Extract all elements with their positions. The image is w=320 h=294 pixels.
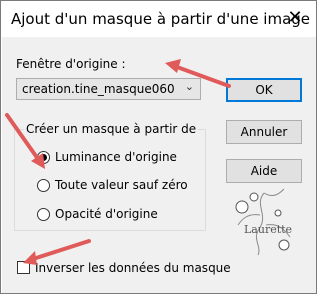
source-window-label: Fenêtre d'origine :	[16, 57, 126, 71]
cancel-button[interactable]: Annuler	[226, 120, 302, 144]
close-icon[interactable]: ✕	[282, 5, 308, 31]
radio-luminance[interactable]	[37, 151, 50, 164]
radio-opacity-label[interactable]: Opacité d'origine	[55, 207, 158, 221]
dialog-window: Ajout d'un masque à partir d'une image ✕…	[0, 0, 317, 294]
source-window-select[interactable]: creation.tine_masque060 ⌄	[16, 78, 201, 100]
watermark: Laurette	[224, 185, 304, 260]
radio-opacity[interactable]	[37, 208, 50, 221]
invert-mask-checkbox[interactable]	[17, 261, 30, 274]
help-button[interactable]: Aide	[226, 159, 302, 183]
invert-mask-label[interactable]: Inverser les données du masque	[35, 261, 231, 275]
radio-nonzero-label[interactable]: Toute valeur sauf zéro	[55, 178, 188, 192]
dialog-title: Ajout d'un masque à partir d'une image	[11, 10, 311, 28]
title-bar: Ajout d'un masque à partir d'une image ✕	[1, 1, 316, 37]
chevron-down-icon: ⌄	[184, 80, 194, 93]
source-window-value: creation.tine_masque060	[22, 82, 175, 96]
radio-nonzero[interactable]	[37, 179, 50, 192]
group-legend: Créer un masque à partir de	[24, 122, 199, 136]
radio-luminance-label[interactable]: Luminance d'origine	[55, 150, 177, 164]
flower-icon	[235, 188, 291, 256]
ok-button[interactable]: OK	[226, 78, 302, 102]
dialog-body: Fenêtre d'origine : creation.tine_masque…	[2, 37, 316, 293]
watermark-text: Laurette	[244, 223, 293, 236]
